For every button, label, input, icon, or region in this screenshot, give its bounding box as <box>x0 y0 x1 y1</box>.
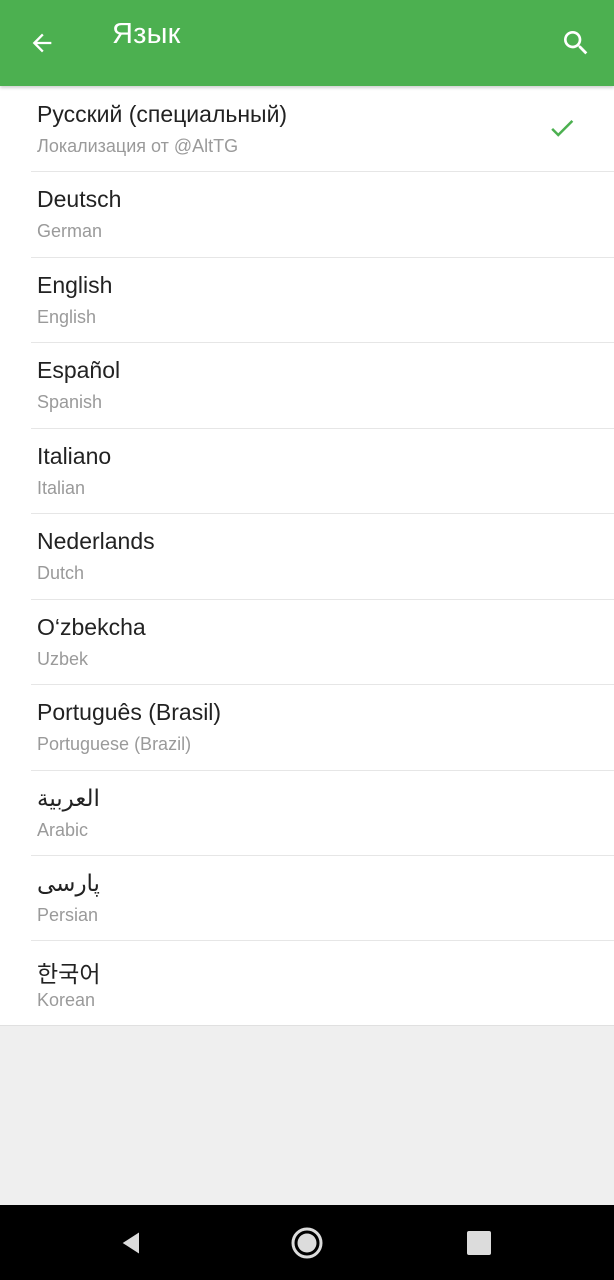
search-icon <box>564 31 588 55</box>
language-row[interactable]: 한국어 Korean <box>0 940 614 1025</box>
language-name: O‘zbekcha <box>37 613 146 640</box>
app-bar: Язык <box>0 0 614 86</box>
page-title: Язык <box>112 18 181 50</box>
arrow-back-icon <box>32 33 52 53</box>
language-screen: Язык Русский (специальный) Локализация о… <box>0 0 614 1280</box>
language-english-name: Korean <box>37 990 96 1011</box>
nav-recents-icon <box>467 1231 491 1255</box>
language-name: پارسی <box>37 869 100 896</box>
language-english-name: Arabic <box>37 819 89 840</box>
language-name: English <box>37 271 113 298</box>
language-name: Deutsch <box>37 186 122 213</box>
system-navigation-bar <box>0 1205 614 1280</box>
language-list: Русский (специальный) Локализация от @Al… <box>0 86 614 1026</box>
language-row[interactable]: O‘zbekcha Uzbek <box>0 598 614 684</box>
language-english-name: Uzbek <box>37 648 89 669</box>
language-english-name: English <box>37 306 97 327</box>
language-name: Русский (специальный) <box>37 101 288 127</box>
language-row[interactable]: Русский (специальный) Локализация от @Al… <box>0 86 614 171</box>
language-row[interactable]: Español Spanish <box>0 342 614 427</box>
nav-back-icon <box>122 1232 139 1254</box>
language-english-name: Portuguese (Brazil) <box>37 734 192 755</box>
language-row[interactable]: العربية Arabic <box>0 769 614 855</box>
back-button[interactable] <box>18 19 66 67</box>
language-english-name: German <box>37 221 103 242</box>
language-name: Nederlands <box>37 528 155 555</box>
language-name: 한국어 <box>37 961 101 988</box>
language-row[interactable]: Italiano Italian <box>0 427 614 513</box>
system-recents-button[interactable] <box>455 1219 503 1267</box>
language-name: Italiano <box>37 442 112 469</box>
language-name: العربية <box>37 784 100 811</box>
language-row[interactable]: Português (Brasil) Portuguese (Brazil) <box>0 684 614 769</box>
language-name: Português (Brasil) <box>37 699 222 726</box>
language-row[interactable]: Nederlands Dutch <box>0 513 614 598</box>
language-name: Español <box>37 357 121 384</box>
nav-home-icon <box>291 1227 323 1259</box>
language-row[interactable]: پارسی Persian <box>0 854 614 940</box>
language-english-name: Локализация от @AltTG <box>37 136 239 156</box>
language-english-name: Spanish <box>37 392 103 413</box>
language-english-name: Italian <box>37 477 86 498</box>
search-button[interactable] <box>552 19 600 67</box>
language-english-name: Persian <box>37 904 99 925</box>
language-row[interactable]: Deutsch German <box>0 171 614 256</box>
language-english-name: Dutch <box>37 563 85 584</box>
system-back-button[interactable] <box>108 1219 156 1267</box>
language-row[interactable]: English English <box>0 256 614 342</box>
system-home-button[interactable] <box>283 1219 331 1267</box>
check-icon <box>551 119 574 137</box>
